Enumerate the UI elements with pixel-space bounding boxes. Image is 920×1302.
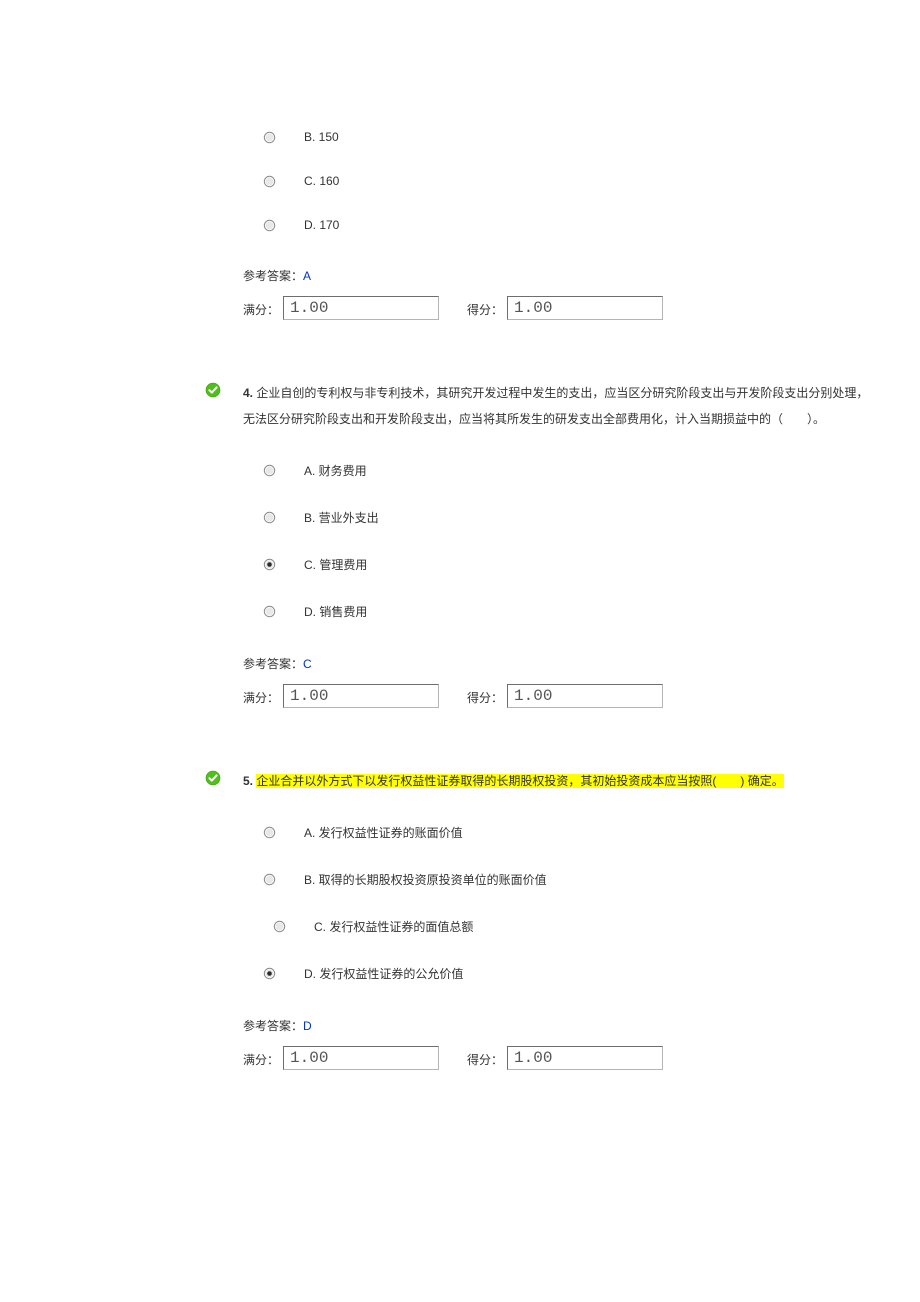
radio-icon [263, 219, 276, 232]
option-row-3-d[interactable]: D. 170 [263, 218, 890, 232]
option-row-5-d[interactable]: D. 发行权益性证券的公允价值 [263, 965, 890, 982]
question-number: 4. [243, 386, 253, 400]
question-5: 5. 企业合并以外方式下以发行权益性证券取得的长期股权投资，其初始投资成本应当按… [0, 768, 920, 1070]
radio-icon [263, 131, 276, 144]
answer-value: C [303, 657, 312, 671]
option-row-4-b[interactable]: B. 营业外支出 [263, 509, 890, 526]
full-score-box: 1.00 [283, 1046, 439, 1070]
obtained-score-label: 得分： [467, 1051, 503, 1070]
option-row-3-b[interactable]: B. 150 [263, 130, 890, 144]
radio-icon [263, 826, 276, 839]
correct-check-icon [205, 382, 221, 398]
radio-icon [263, 511, 276, 524]
question-4-content: 4. 企业自创的专利权与非专利技术，其研究开发过程中发生的支出，应当区分研究阶段… [243, 380, 890, 708]
answer-line: 参考答案：C [243, 655, 890, 672]
correct-check-icon [205, 770, 221, 786]
option-text: B. 营业外支出 [304, 509, 379, 526]
option-row-5-a[interactable]: A. 发行权益性证券的账面价值 [263, 824, 890, 841]
full-score-label: 满分： [243, 689, 279, 708]
answer-label: 参考答案： [243, 657, 303, 671]
full-score-label: 满分： [243, 1051, 279, 1070]
score-row: 满分： 1.00 得分： 1.00 [243, 684, 890, 708]
option-text: C. 管理费用 [304, 556, 367, 573]
score-row: 满分： 1.00 得分： 1.00 [243, 1046, 890, 1070]
question-5-stem: 5. 企业合并以外方式下以发行权益性证券取得的长期股权投资，其初始投资成本应当按… [243, 768, 890, 794]
answer-value: A [303, 269, 311, 283]
question-4: 4. 企业自创的专利权与非专利技术，其研究开发过程中发生的支出，应当区分研究阶段… [0, 380, 920, 708]
radio-selected-icon [263, 558, 276, 571]
obtained-score-box: 1.00 [507, 684, 663, 708]
obtained-score-box: 1.00 [507, 296, 663, 320]
radio-icon [263, 175, 276, 188]
obtained-score-label: 得分： [467, 301, 503, 320]
option-text: C. 160 [304, 174, 339, 188]
option-text: C. 发行权益性证券的面值总额 [314, 918, 473, 935]
option-text: A. 财务费用 [304, 462, 367, 479]
question-4-stem: 4. 企业自创的专利权与非专利技术，其研究开发过程中发生的支出，应当区分研究阶段… [243, 380, 890, 432]
option-text: B. 取得的长期股权投资原投资单位的账面价值 [304, 871, 547, 888]
question-3: B. 150 C. 160 D. 170 参考答案：A 满分： 1.00 得分：… [0, 130, 920, 320]
radio-icon [263, 464, 276, 477]
option-row-3-c[interactable]: C. 160 [263, 174, 890, 188]
full-score-box: 1.00 [283, 296, 439, 320]
option-row-4-c[interactable]: C. 管理费用 [263, 556, 890, 573]
obtained-score-box: 1.00 [507, 1046, 663, 1070]
answer-value: D [303, 1019, 312, 1033]
stem-text-a: 企业自创的专利权与非专利技术，其研究开发过程中发生的支出，应当区分研究阶段支出与… [256, 386, 868, 400]
question-5-content: 5. 企业合并以外方式下以发行权益性证券取得的长期股权投资，其初始投资成本应当按… [243, 768, 890, 1070]
answer-label: 参考答案： [243, 269, 303, 283]
answer-line: 参考答案：D [243, 1017, 890, 1034]
obtained-score-label: 得分： [467, 689, 503, 708]
answer-label: 参考答案： [243, 1019, 303, 1033]
question-number: 5. [243, 774, 253, 788]
score-row: 满分： 1.00 得分： 1.00 [243, 296, 890, 320]
radio-icon [263, 605, 276, 618]
full-score-label: 满分： [243, 301, 279, 320]
option-text: D. 170 [304, 218, 339, 232]
radio-icon [263, 873, 276, 886]
option-row-4-d[interactable]: D. 销售费用 [263, 603, 890, 620]
stem-text-hl: 企业合并以外方式下以发行权益性证券取得的长期股权投资，其初始投资成本应当按照( … [256, 774, 783, 788]
radio-icon [273, 920, 286, 933]
radio-selected-icon [263, 967, 276, 980]
option-text: B. 150 [304, 130, 339, 144]
answer-line: 参考答案：A [243, 267, 890, 284]
option-row-4-a[interactable]: A. 财务费用 [263, 462, 890, 479]
stem-text-b: 无法区分研究阶段支出和开发阶段支出，应当将其所发生的研发支出全部费用化，计入当期… [243, 412, 825, 426]
full-score-box: 1.00 [283, 684, 439, 708]
option-text: A. 发行权益性证券的账面价值 [304, 824, 463, 841]
question-3-content: B. 150 C. 160 D. 170 参考答案：A 满分： 1.00 得分：… [243, 130, 890, 320]
option-text: D. 销售费用 [304, 603, 367, 620]
option-text: D. 发行权益性证券的公允价值 [304, 965, 463, 982]
option-row-5-b[interactable]: B. 取得的长期股权投资原投资单位的账面价值 [263, 871, 890, 888]
option-row-5-c[interactable]: C. 发行权益性证券的面值总额 [273, 918, 890, 935]
